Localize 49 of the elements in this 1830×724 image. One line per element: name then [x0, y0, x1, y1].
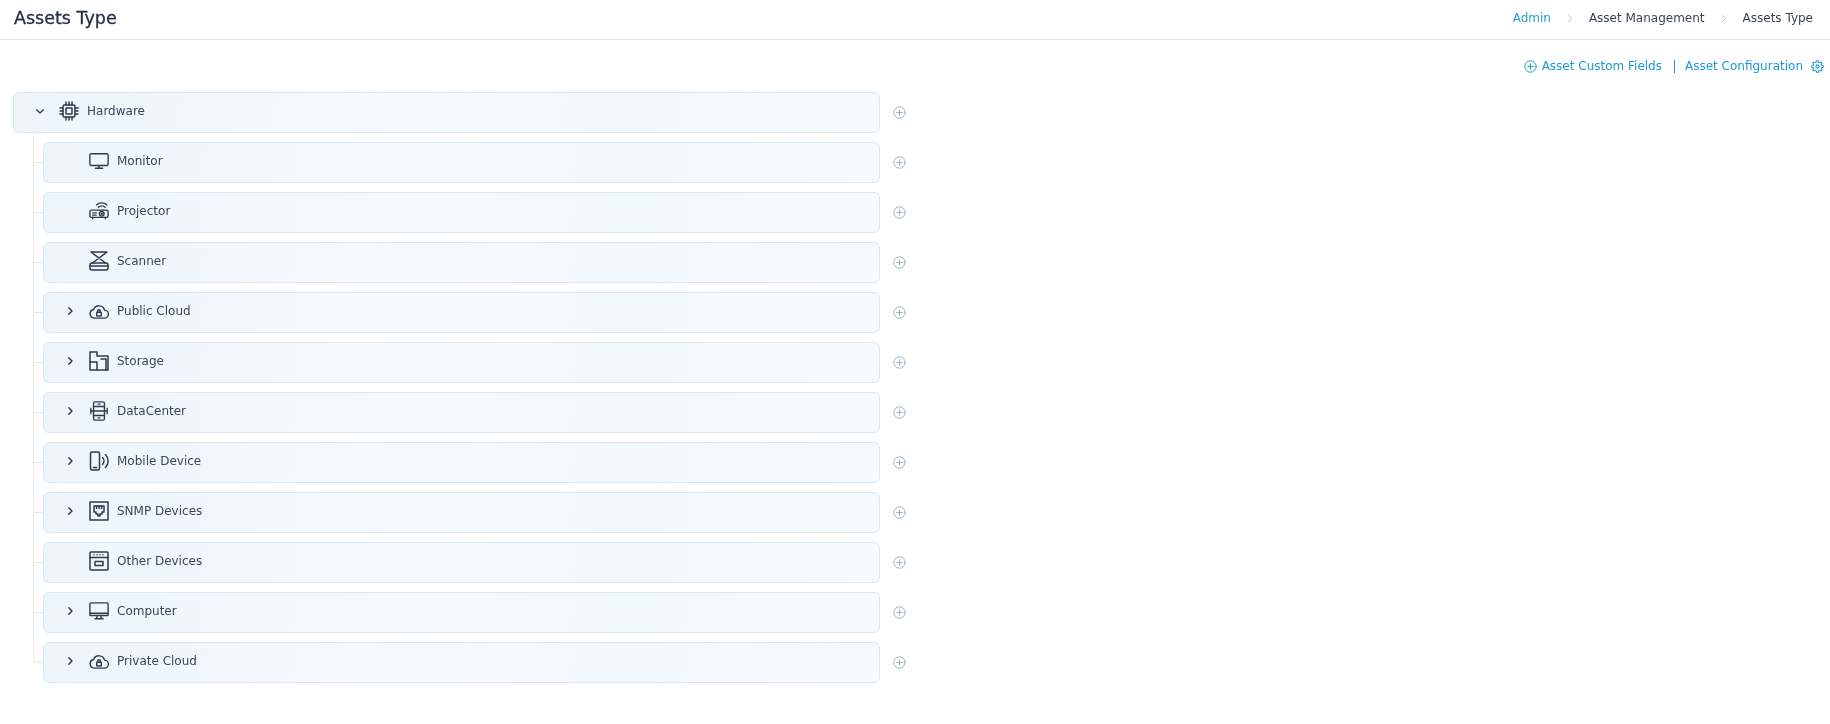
tree-item[interactable]: DataCenter	[43, 392, 880, 433]
projector-icon	[89, 201, 109, 221]
add-icon[interactable]	[893, 456, 906, 469]
tree-item[interactable]: Scanner	[43, 242, 880, 283]
tree-item[interactable]: Projector	[43, 192, 880, 233]
tree-item[interactable]: Other Devices	[43, 542, 880, 583]
breadcrumb-item: Assets Type	[1742, 11, 1813, 25]
tree-item[interactable]: Mobile Device	[43, 442, 880, 483]
tree-item[interactable]: SNMP Devices	[43, 492, 880, 533]
scanner-icon	[89, 251, 109, 271]
add-icon[interactable]	[893, 356, 906, 369]
add-icon[interactable]	[893, 256, 906, 269]
add-icon[interactable]	[893, 206, 906, 219]
add-icon[interactable]	[893, 306, 906, 319]
tree-item[interactable]: Storage	[43, 342, 880, 383]
chevron-right-icon[interactable]	[67, 657, 73, 665]
add-icon[interactable]	[893, 606, 906, 619]
phone-signal-icon	[89, 451, 109, 471]
chevron-right-icon	[1567, 14, 1572, 22]
tree-item[interactable]: Computer	[43, 592, 880, 633]
ethernet-port-icon	[89, 501, 109, 521]
chevron-right-icon[interactable]	[67, 607, 73, 615]
add-icon[interactable]	[893, 106, 906, 119]
monitor-icon	[89, 151, 109, 171]
add-icon[interactable]	[893, 406, 906, 419]
chevron-right-icon[interactable]	[67, 507, 73, 515]
add-icon[interactable]	[893, 156, 906, 169]
add-icon[interactable]	[893, 556, 906, 569]
breadcrumb-item: Asset Management	[1588, 11, 1705, 25]
tree-item[interactable]: Monitor	[43, 142, 880, 183]
add-icon	[1523, 59, 1537, 73]
tree-item[interactable]: Hardware	[13, 92, 880, 133]
desktop-icon	[89, 601, 109, 621]
add-icon[interactable]	[893, 506, 906, 519]
cabinet-icon	[89, 551, 109, 571]
chevron-right-icon[interactable]	[67, 457, 73, 465]
page-title: Assets Type	[14, 8, 117, 28]
folder-icon	[89, 351, 109, 371]
chip-icon	[59, 101, 79, 121]
settings-icon[interactable]	[1811, 59, 1824, 73]
chevron-right-icon	[1721, 14, 1726, 22]
tree-item[interactable]: Public Cloud	[43, 292, 880, 333]
tree-item[interactable]: Private Cloud	[43, 642, 880, 683]
chevron-right-icon[interactable]	[67, 307, 73, 315]
add-icon[interactable]	[893, 656, 906, 669]
chevron-down-icon[interactable]	[36, 108, 44, 114]
server-rack-icon	[89, 401, 109, 421]
chevron-right-icon[interactable]	[67, 357, 73, 365]
chevron-right-icon[interactable]	[67, 407, 73, 415]
